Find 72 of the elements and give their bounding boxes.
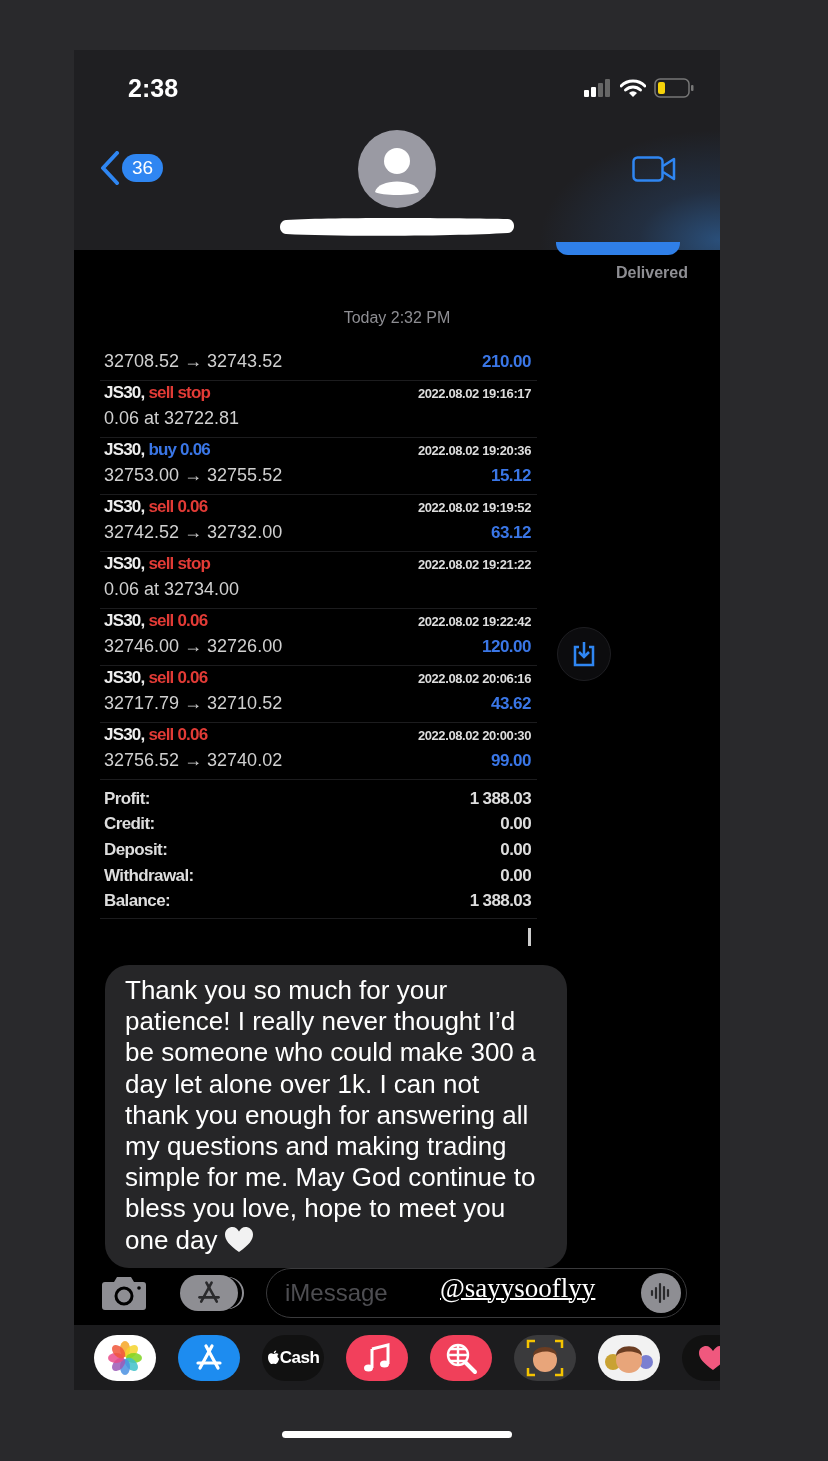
summary-label: Balance: bbox=[104, 891, 171, 912]
trade-prices: 0.06 at 32734.00 bbox=[104, 579, 240, 600]
app-button[interactable]: Cash bbox=[262, 1334, 324, 1381]
music-note-icon bbox=[363, 1342, 391, 1373]
trade-profit: 43.62 bbox=[490, 694, 531, 714]
trade-prices: 32746.00 → 32726.00 bbox=[104, 636, 283, 657]
app-store-icon bbox=[196, 1279, 222, 1306]
trade-title: JS30, sell stop bbox=[104, 383, 211, 403]
app-button[interactable] bbox=[94, 1334, 156, 1381]
video-call-icon[interactable] bbox=[632, 156, 676, 182]
trade-prices: 32742.52 → 32732.00 bbox=[104, 522, 283, 543]
app-button[interactable] bbox=[598, 1334, 660, 1381]
message-bubble: Thank you so much for your patience! I really never thought I’d be someone who could make 300 a day let alone over 1k. I can not thank you enough for answering all my questions and making trading simple for me. May God continue to bless you love, hope to meet you one day bbox=[105, 964, 567, 1268]
app-button[interactable] bbox=[430, 1334, 492, 1381]
trade-profit: 99.00 bbox=[490, 751, 531, 771]
apple-icon bbox=[266, 1350, 280, 1365]
summary-label: Withdrawal: bbox=[104, 865, 194, 886]
app-store-icon bbox=[194, 1342, 224, 1373]
summary-value: 0.00 bbox=[500, 840, 531, 860]
user-mention: @sayysooflyy bbox=[440, 1272, 596, 1304]
trade-prices: 32708.52 → 32743.52 bbox=[104, 351, 283, 372]
trade-title: JS30, sell 0.06 bbox=[104, 668, 208, 688]
trade-prices: 0.06 at 32722.81 bbox=[104, 408, 240, 429]
app-button[interactable] bbox=[178, 1334, 240, 1381]
trade-prices: 32717.79 → 32710.52 bbox=[104, 693, 283, 714]
trade-title: JS30, sell stop bbox=[104, 554, 211, 574]
heart-icon bbox=[698, 1344, 720, 1371]
battery-icon bbox=[654, 78, 694, 98]
message-timestamp: Today 2:32 PM bbox=[343, 309, 451, 327]
camera-icon[interactable] bbox=[101, 1274, 147, 1311]
trade-prices: 32753.00 → 32755.52 bbox=[104, 465, 283, 486]
save-button[interactable] bbox=[557, 627, 611, 681]
trade-time: 2022.08.02 19:21:22 bbox=[417, 557, 531, 572]
trade-time: 2022.08.02 20:00:30 bbox=[417, 728, 531, 743]
trade-time: 2022.08.02 19:16:17 bbox=[417, 386, 531, 401]
trade-title: JS30, sell 0.06 bbox=[104, 611, 208, 631]
audio-button[interactable] bbox=[641, 1272, 681, 1313]
trade-profit: 210.00 bbox=[482, 352, 531, 372]
summary-value: 0.00 bbox=[500, 865, 531, 886]
wifi-icon bbox=[620, 78, 646, 98]
download-icon bbox=[572, 641, 596, 667]
trade-profit: 15.12 bbox=[490, 466, 531, 486]
waveform-icon bbox=[650, 1281, 672, 1304]
delivery-status: Delivered bbox=[615, 264, 688, 282]
trade-profit: 63.12 bbox=[490, 523, 531, 543]
summary-value: 1 388.03 bbox=[469, 788, 531, 809]
heart-icon bbox=[223, 1225, 254, 1253]
summary-label: Credit: bbox=[104, 814, 155, 835]
contact-avatar[interactable] bbox=[358, 130, 436, 208]
app-button[interactable] bbox=[514, 1334, 576, 1381]
text-cursor bbox=[528, 927, 531, 946]
chevron-icon bbox=[100, 151, 120, 185]
summary-label: Deposit: bbox=[104, 840, 168, 860]
photos-icon bbox=[108, 1340, 142, 1375]
trade-time: 2022.08.02 19:19:52 bbox=[417, 500, 531, 515]
status-time: 2:38 bbox=[128, 73, 179, 103]
summary-label: Profit: bbox=[104, 788, 150, 809]
trade-title: JS30, buy 0.06 bbox=[104, 440, 210, 460]
back-button[interactable]: 36 bbox=[74, 150, 278, 186]
trade-time: 2022.08.02 19:20:36 bbox=[417, 443, 531, 458]
app-label: Cash bbox=[279, 1347, 320, 1368]
summary-value: 0.00 bbox=[500, 814, 531, 835]
trade-time: 2022.08.02 19:22:42 bbox=[417, 614, 531, 629]
trade-title: JS30, sell 0.06 bbox=[104, 725, 208, 745]
signal-icon bbox=[584, 79, 612, 97]
trade-title: JS30, sell 0.06 bbox=[104, 497, 208, 517]
trade-profit: 120.00 bbox=[482, 637, 531, 657]
trade-time: 2022.08.02 20:06:16 bbox=[417, 671, 531, 686]
avatar-icon bbox=[525, 1337, 565, 1378]
trade-prices: 32756.52 → 32740.02 bbox=[104, 750, 283, 771]
summary-value: 1 388.03 bbox=[469, 891, 531, 912]
app-button[interactable] bbox=[346, 1334, 408, 1381]
